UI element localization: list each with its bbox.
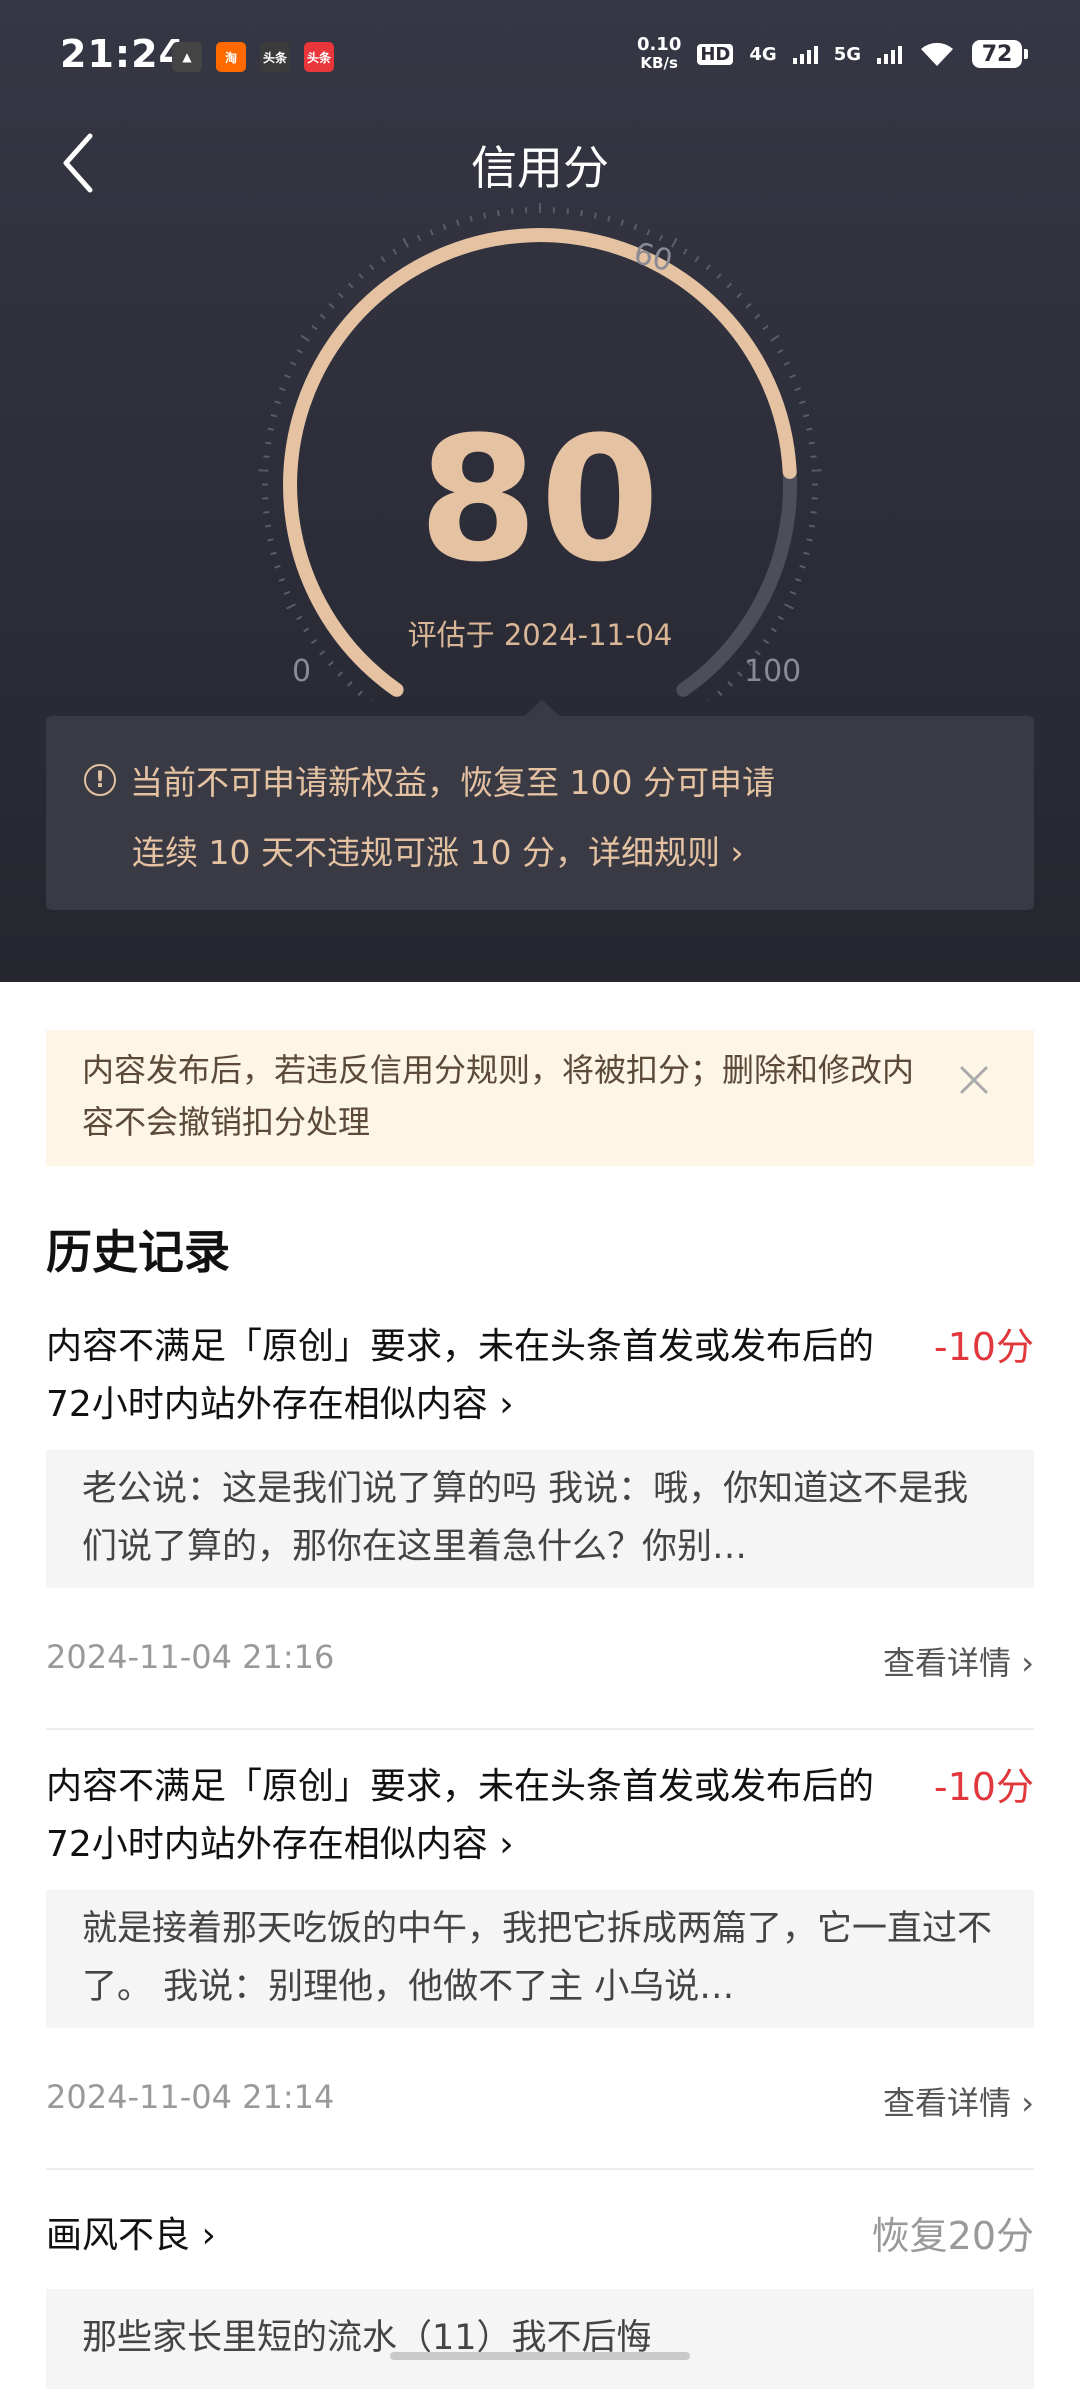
record-content-text: 老公说：这是我们说了算的吗 我说：哦，你知道这不是我们说了算的，那你在这里着急什…: [82, 1460, 1002, 1576]
gauge-tick: [608, 216, 610, 222]
record-time: 2024-11-04 21:16: [46, 1638, 334, 1676]
gauge-tick: [738, 672, 742, 676]
gauge-tick: [457, 220, 459, 226]
gauge-min-label: 0: [292, 654, 311, 689]
benefit-info-card: ! 当前不可申请新权益，恢复至 100 分可申请 连续 10 天不违规可涨 10…: [46, 716, 1034, 910]
gauge-tick: [279, 388, 285, 390]
gauge-tick: [338, 672, 342, 676]
gauge-tick: [358, 691, 362, 696]
gauge-tick: [660, 235, 663, 240]
gauge-tick: [763, 326, 768, 329]
gauge-tick: [728, 682, 732, 686]
gauge-tick: [393, 249, 396, 254]
gauge-tick: [348, 682, 352, 686]
gauge-tick: [430, 229, 432, 235]
benefit-status: ! 当前不可申请新权益，恢复至 100 分可申请: [84, 756, 775, 804]
gauge-tick: [737, 293, 741, 297]
gauge-tick: [581, 210, 582, 216]
gauge-tick: [329, 304, 334, 308]
alert-circle-icon: !: [84, 764, 116, 796]
close-icon[interactable]: [950, 1056, 998, 1104]
record-reason-link[interactable]: 内容不满足「原创」要求，未在头条首发或发布后的72小时内站外存在相似内容 ›: [46, 1758, 906, 1874]
record-reason-link[interactable]: 画风不良 ›: [46, 2207, 906, 2265]
gauge-tick: [634, 224, 636, 230]
gauge-tick: [301, 336, 309, 341]
record-content-preview[interactable]: 老公说：这是我们说了算的吗 我说：哦，你知道这不是我们说了算的，那你在这里着急什…: [46, 1450, 1034, 1588]
gauge-tick: [285, 375, 291, 377]
record-score-change: -10分: [934, 1758, 1034, 1816]
gauge-tick: [717, 274, 721, 279]
gauge-tick: [706, 265, 710, 270]
gauge-tick: [718, 691, 722, 696]
record-score-change: 恢复20分: [872, 2207, 1034, 2265]
gauge-tick: [291, 362, 296, 365]
benefit-status-text: 当前不可申请新权益，恢复至 100 分可申请: [130, 756, 775, 804]
gauge-tick: [484, 213, 485, 219]
gauge-tick: [567, 208, 568, 214]
gauge-tick: [595, 213, 596, 219]
gauge-tick: [470, 216, 472, 222]
gauge-tick: [684, 249, 687, 254]
history-title: 历史记录: [46, 1216, 230, 1282]
gauge-tick: [418, 235, 421, 240]
gauge-tick: [803, 415, 809, 417]
gauge-tick: [297, 350, 302, 353]
gauge-tick: [444, 224, 446, 230]
credit-score: 80: [0, 420, 1080, 580]
view-details-label: 查看详情: [883, 2084, 1011, 2122]
gauge-tick: [403, 238, 408, 247]
gauge-tick: [784, 604, 793, 608]
gauge-tick: [359, 274, 363, 279]
notice-text: 内容发布后，若违反信用分规则，将被扣分；删除和修改内容不会撤销扣分处理: [82, 1044, 922, 1148]
gauge-tick: [312, 326, 317, 329]
view-details-label: 查看详情: [883, 1644, 1011, 1682]
gauge-tick: [287, 604, 296, 608]
record-score-change: -10分: [934, 1318, 1034, 1376]
record-content-preview[interactable]: 就是接着那天吃饭的中午，我把它拆成两篇了，它一直过不了。 我说：别理他，他做不了…: [46, 1890, 1034, 2028]
gauge-tick: [370, 265, 374, 270]
gauge-tick: [790, 592, 796, 594]
view-details-link[interactable]: 查看详情 ›: [883, 2078, 1034, 2124]
gauge-tick: [339, 293, 343, 297]
record-content-text: 就是接着那天吃饭的中午，我把它拆成两篇了，它一直过不了。 我说：别理他，他做不了…: [82, 1900, 1002, 2016]
gauge-tick: [381, 257, 384, 262]
gauge-tick: [795, 388, 801, 390]
gauge-tick: [621, 220, 623, 226]
view-details-link[interactable]: 查看详情 ›: [883, 1638, 1034, 1684]
chevron-right-icon: ›: [1011, 1644, 1034, 1682]
gauge-tick: [790, 375, 796, 377]
gauge-tick: [799, 401, 805, 403]
gauge-max-label: 100: [744, 654, 801, 689]
deduction-notice: 内容发布后，若违反信用分规则，将被扣分；删除和修改内容不会撤销扣分处理: [46, 1030, 1034, 1166]
record-divider: [46, 2168, 1034, 2170]
gauge-tick: [755, 315, 760, 319]
gauge-tick: [771, 336, 779, 341]
record-content-preview[interactable]: 那些家长里短的流水（11）我不后悔: [46, 2289, 1034, 2389]
gauge-tick: [284, 592, 290, 594]
gauge-tick: [784, 362, 789, 365]
gauge-tick: [727, 283, 731, 287]
record-reason-link[interactable]: 内容不满足「原创」要求，未在头条首发或发布后的72小时内站外存在相似内容 ›: [46, 1318, 906, 1434]
gauge-tick: [746, 304, 751, 308]
credit-header-panel: 21:24 ▲淘头条头条 0.10 KB/s HD 4G 5G 72 信用分 8…: [0, 0, 1080, 982]
score-date: 评估于 2024-11-04: [0, 612, 1080, 654]
gauge-tick: [695, 257, 698, 262]
record-divider: [46, 1728, 1034, 1730]
gauge-tick: [329, 662, 334, 666]
gauge-tick: [349, 283, 353, 287]
gauge-tick: [512, 208, 513, 214]
gauge-tick: [271, 415, 277, 417]
chevron-right-icon: ›: [1011, 2084, 1034, 2122]
home-indicator[interactable]: [390, 2352, 690, 2360]
gauge-tick: [778, 350, 783, 353]
record-time: 2024-11-04 21:14: [46, 2078, 334, 2116]
gauge-tick: [275, 401, 281, 403]
gauge-tick: [320, 315, 325, 319]
gauge-tick: [498, 210, 499, 216]
rules-link[interactable]: 连续 10 天不违规可涨 10 分，详细规则 ›: [132, 826, 744, 874]
gauge-tick: [647, 229, 649, 235]
